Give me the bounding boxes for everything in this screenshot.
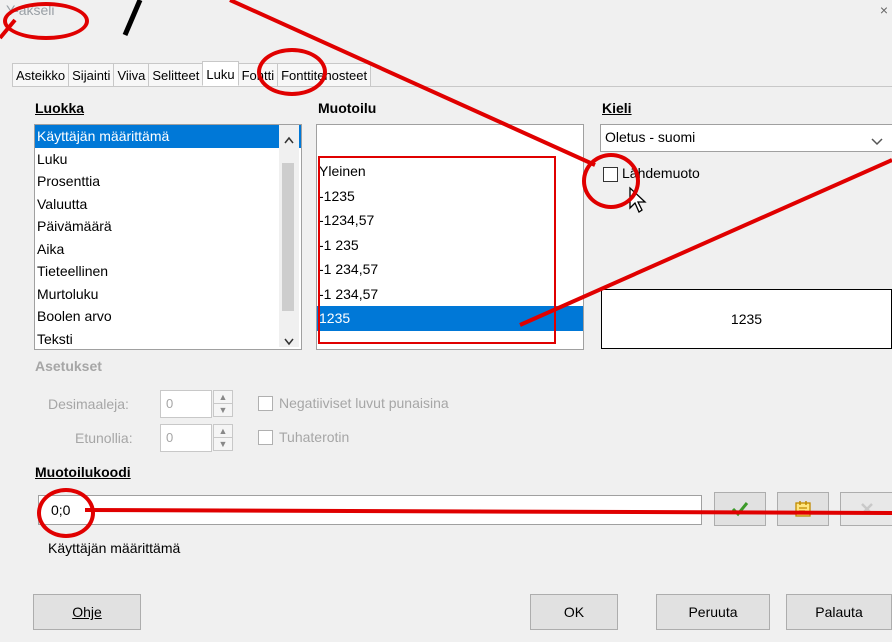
spin-up-icon[interactable]: ▲: [213, 424, 233, 438]
apply-code-button[interactable]: [714, 492, 766, 526]
reset-button[interactable]: Palauta: [786, 594, 892, 630]
edit-comment-button[interactable]: [777, 492, 829, 526]
format-code-input[interactable]: 0;0: [38, 495, 702, 525]
close-icon[interactable]: ×: [880, 2, 888, 18]
category-scrollbar[interactable]: [279, 125, 299, 347]
category-list[interactable]: Käyttäjän määrittämä Luku Prosenttia Val…: [34, 124, 302, 350]
checkmark-icon: [731, 502, 749, 517]
format-heading: Muotoilu: [318, 100, 377, 116]
format-code-heading: Muotoilukoodi: [35, 464, 131, 480]
spin-down-icon[interactable]: ▼: [213, 437, 233, 451]
tab-sijainti[interactable]: Sijainti: [68, 63, 115, 86]
tab-selitteet[interactable]: Selitteet: [148, 63, 204, 86]
leading-zeros-spinbox[interactable]: 0: [160, 424, 212, 452]
delete-code-button[interactable]: [840, 492, 892, 526]
thousands-sep-label: Tuhaterotin: [279, 429, 350, 445]
list-item[interactable]: Teksti: [35, 328, 301, 350]
annotation-box: [318, 156, 556, 344]
language-value: Oletus - suomi: [605, 129, 696, 145]
negative-red-checkbox[interactable]: [258, 396, 273, 411]
list-item[interactable]: Aika: [35, 238, 301, 261]
category-heading: Luokka: [35, 100, 85, 116]
list-item[interactable]: [317, 125, 583, 159]
scroll-down-icon[interactable]: [284, 333, 294, 351]
scroll-thumb[interactable]: [282, 163, 294, 311]
language-select[interactable]: Oletus - suomi: [600, 124, 892, 152]
help-button[interactable]: Ohje: [33, 594, 141, 630]
help-label: Ohje: [72, 604, 102, 620]
leading-zeros-label: Etunollia:: [75, 430, 133, 446]
decimals-spinbox[interactable]: 0: [160, 390, 212, 418]
ok-button[interactable]: OK: [530, 594, 618, 630]
list-item[interactable]: Päivämäärä: [35, 215, 301, 238]
list-item[interactable]: Boolen arvo: [35, 305, 301, 328]
list-item[interactable]: Murtoluku: [35, 283, 301, 306]
tab-viiva[interactable]: Viiva: [113, 63, 150, 86]
cancel-button[interactable]: Peruuta: [656, 594, 770, 630]
list-item[interactable]: Prosenttia: [35, 170, 301, 193]
reset-label: Palauta: [815, 604, 863, 620]
list-item[interactable]: Luku: [35, 148, 301, 171]
annotation-oval: [37, 488, 95, 538]
list-item[interactable]: Käyttäjän määrittämä: [35, 125, 301, 148]
annotation-oval: [582, 153, 640, 209]
tab-luku[interactable]: Luku: [202, 61, 239, 86]
language-heading: Kieli: [602, 100, 632, 116]
format-preview: 1235: [601, 289, 892, 349]
scroll-up-icon[interactable]: [284, 131, 294, 149]
options-heading: Asetukset: [35, 358, 102, 374]
spin-down-icon[interactable]: ▼: [213, 403, 233, 417]
tab-asteikko[interactable]: Asteikko: [12, 63, 70, 86]
chevron-down-icon[interactable]: [871, 133, 883, 149]
annotation-oval: [257, 48, 327, 96]
annotation-oval: [3, 2, 89, 40]
decimals-label: Desimaaleja:: [48, 396, 129, 412]
thousands-sep-checkbox[interactable]: [258, 430, 273, 445]
delete-icon: [861, 503, 873, 515]
comment-icon: [795, 501, 811, 517]
list-item[interactable]: Valuutta: [35, 193, 301, 216]
negative-red-label: Negatiiviset luvut punaisina: [279, 395, 449, 411]
spin-up-icon[interactable]: ▲: [213, 390, 233, 404]
list-item[interactable]: Tieteellinen: [35, 260, 301, 283]
format-code-description: Käyttäjän määrittämä: [48, 540, 181, 556]
